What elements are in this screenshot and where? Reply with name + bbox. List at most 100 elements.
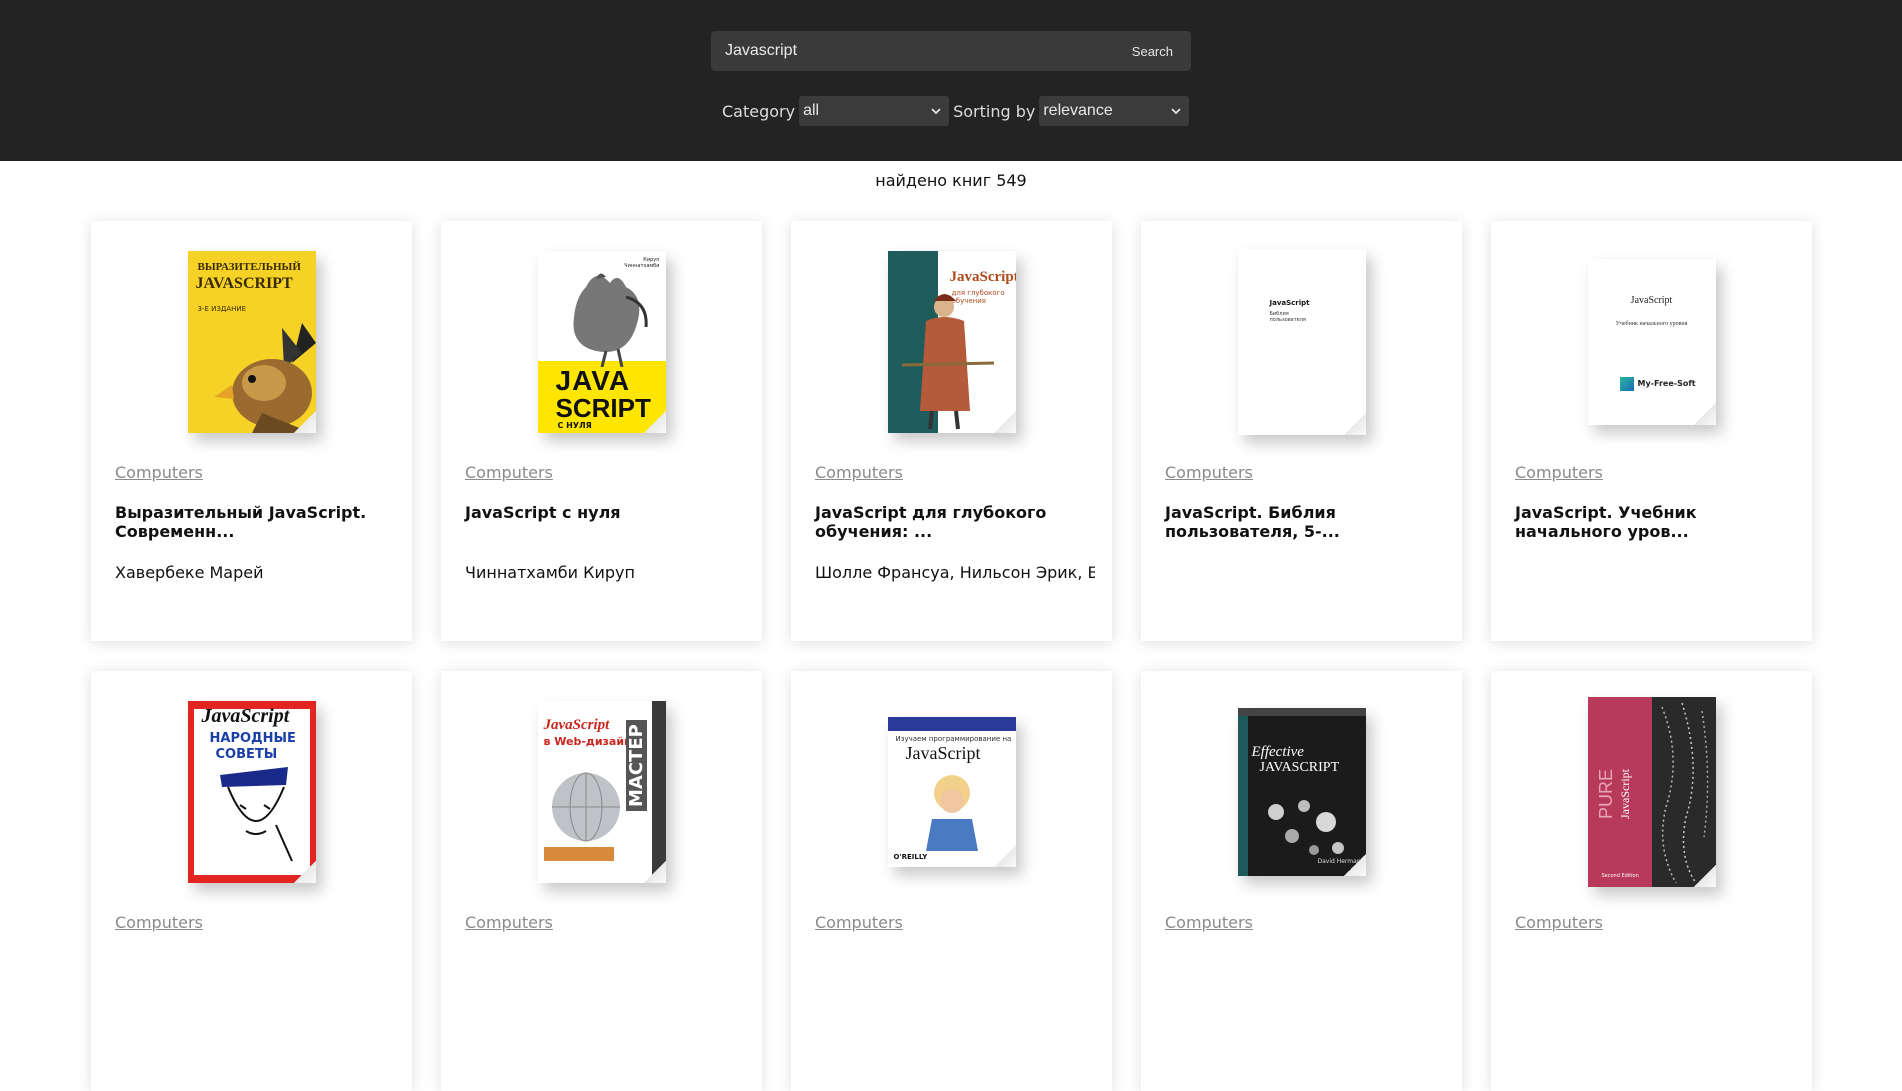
page-curl (1343, 413, 1366, 435)
page-curl (643, 861, 666, 883)
cover-text: JavaScript (543, 717, 610, 733)
cover-text: НАРОДНЫЕ (209, 731, 296, 746)
page-curl (1343, 854, 1366, 876)
book-card[interactable]: Изучаем программирование на JavaScript O… (791, 671, 1112, 1091)
book-cover-container: Кируп Чиннатхамби JAVA SCRIPT С НУЛЯ (441, 247, 762, 437)
category-link[interactable]: Computers (1165, 913, 1253, 932)
book-card[interactable]: JavaScript для глубокого обучения Comput… (791, 221, 1112, 641)
book-title[interactable]: Выразительный JavaScript. Современн... (115, 503, 395, 541)
cover-text: Учебник начального уровня (1615, 321, 1688, 327)
chevron-down-icon (1171, 108, 1181, 115)
book-cover-container: JavaScript НАРОДНЫЕ СОВЕТЫ (91, 697, 412, 887)
filters-bar: Category all Sorting by relevance (722, 96, 1190, 126)
book-cover-container: JavaScript Библия пользователя (1141, 247, 1462, 437)
cover-text: Effective (1251, 744, 1304, 760)
search-input[interactable] (725, 31, 1105, 71)
cover-text: JavaScript (949, 269, 1016, 285)
book-cover[interactable]: JavaScript в Web-дизайне МАСТЕР (537, 701, 666, 883)
book-cover[interactable]: ВЫРАЗИТЕЛЬНЫЙ JAVASCRIPT 3-Е ИЗДАНИЕ (187, 251, 316, 433)
book-cover[interactable]: JavaScript для глубокого обучения (887, 251, 1016, 433)
page-curl (1693, 865, 1716, 887)
logo-icon (1619, 377, 1634, 391)
search-button[interactable]: Search (1126, 39, 1179, 63)
book-cover[interactable]: JavaScript НАРОДНЫЕ СОВЕТЫ (187, 701, 316, 883)
book-cover[interactable]: JavaScript Учебник начального уровня My-… (1587, 259, 1716, 425)
book-card[interactable]: JavaScript Библия пользователя Computers… (1141, 221, 1462, 641)
page-curl (643, 411, 666, 433)
book-cover-container: ВЫРАЗИТЕЛЬНЫЙ JAVASCRIPT 3-Е ИЗДАНИЕ (91, 247, 412, 437)
cover-text: JavaScript (1630, 295, 1673, 306)
search-box: Search (711, 31, 1191, 71)
cover-text: ВЫРАЗИТЕЛЬНЫЙ (197, 261, 301, 273)
cover-text: JavaScript (905, 743, 981, 763)
category-link[interactable]: Computers (115, 463, 203, 482)
book-cover[interactable]: Effective JAVASCRIPT David Herman (1237, 708, 1366, 876)
category-select-value: all (803, 102, 820, 119)
category-link[interactable]: Computers (465, 463, 553, 482)
cover-text: JavaScript (201, 705, 290, 727)
rooster-illustration (572, 273, 648, 367)
hacker-illustration (219, 767, 293, 862)
book-cover[interactable]: Изучаем программирование на JavaScript O… (887, 717, 1016, 867)
category-link[interactable]: Computers (465, 913, 553, 932)
book-cover-container: JavaScript в Web-дизайне МАСТЕР (441, 697, 762, 887)
book-cover[interactable]: PURE JavaScript Second Edition (1587, 697, 1716, 887)
cover-text: С НУЛЯ (557, 421, 592, 430)
book-cover-container: Изучаем программирование на JavaScript O… (791, 697, 1112, 887)
results-count: найдено книг 549 (875, 171, 1027, 190)
category-link[interactable]: Computers (815, 913, 903, 932)
book-card[interactable]: JavaScript НАРОДНЫЕ СОВЕТЫ Computers (91, 671, 412, 1091)
chevron-down-icon (931, 108, 941, 115)
cover-text: в Web-дизайне (543, 735, 640, 748)
figure-illustration (901, 294, 994, 430)
cover-band (887, 717, 1016, 731)
book-cover-container: JavaScript для глубокого обучения (791, 247, 1112, 437)
book-cover[interactable]: JavaScript Библия пользователя (1237, 249, 1366, 435)
cover-text: PURE (1595, 768, 1616, 819)
book-card[interactable]: JavaScript Учебник начального уровня My-… (1491, 221, 1812, 641)
category-label: Category (722, 101, 796, 121)
book-title[interactable]: JavaScript для глубокого обучения: ... (815, 503, 1095, 541)
cover-text: 3-Е ИЗДАНИЕ (197, 305, 247, 313)
cover-text: JAVASCRIPT (195, 275, 293, 292)
page-curl (1693, 403, 1716, 425)
category-link[interactable]: Computers (1165, 463, 1253, 482)
cover-text: O'REILLY (893, 853, 928, 861)
book-author: Шолле Франсуа, Нильсон Эрик, Б... (815, 563, 1095, 582)
sort-select[interactable]: relevance (1039, 96, 1190, 126)
person-illustration (925, 775, 978, 851)
book-title[interactable]: JavaScript. Библия пользователя, 5-... (1165, 503, 1445, 541)
book-title[interactable]: JavaScript с нуля (465, 503, 745, 522)
cover-text: JavaScript (1269, 299, 1310, 307)
sort-select-value: relevance (1043, 102, 1113, 119)
book-card[interactable]: JavaScript в Web-дизайне МАСТЕР Computer… (441, 671, 762, 1091)
book-cover-container: JavaScript Учебник начального уровня My-… (1491, 247, 1812, 437)
category-link[interactable]: Computers (1515, 913, 1603, 932)
book-author: Чиннатхамби Кируп (465, 563, 635, 582)
beads-illustration (1660, 702, 1708, 884)
page-curl (993, 845, 1016, 867)
cover-band (1237, 708, 1366, 716)
book-card[interactable]: Effective JAVASCRIPT David Herman Comput… (1141, 671, 1462, 1091)
category-select[interactable]: all (799, 96, 950, 126)
page-curl (293, 411, 316, 433)
cover-text: My-Free-Soft (1637, 379, 1696, 388)
globe-illustration (543, 772, 620, 861)
cover-text: СОВЕТЫ (215, 747, 278, 762)
category-link[interactable]: Computers (115, 913, 203, 932)
category-link[interactable]: Computers (815, 463, 903, 482)
cover-spine (651, 701, 666, 883)
book-card[interactable]: ВЫРАЗИТЕЛЬНЫЙ JAVASCRIPT 3-Е ИЗДАНИЕ Com… (91, 221, 412, 641)
top-bar: Search Category all Sorting by relevance (0, 0, 1902, 161)
cover-text: Second Edition (1601, 873, 1639, 879)
book-card[interactable]: PURE JavaScript Second Edition Computers (1491, 671, 1812, 1091)
book-cover[interactable]: Кируп Чиннатхамби JAVA SCRIPT С НУЛЯ (537, 251, 666, 433)
page-curl (293, 861, 316, 883)
cover-text: Библия пользователя (1269, 311, 1306, 323)
book-title[interactable]: JavaScript. Учебник начального уров... (1515, 503, 1795, 541)
category-link[interactable]: Computers (1515, 463, 1603, 482)
cover-text: SCRIPT (555, 393, 651, 423)
cover-text: JavaScript (1617, 769, 1632, 819)
cover-text: JAVASCRIPT (1259, 760, 1340, 775)
book-card[interactable]: Кируп Чиннатхамби JAVA SCRIPT С НУЛЯ Com… (441, 221, 762, 641)
